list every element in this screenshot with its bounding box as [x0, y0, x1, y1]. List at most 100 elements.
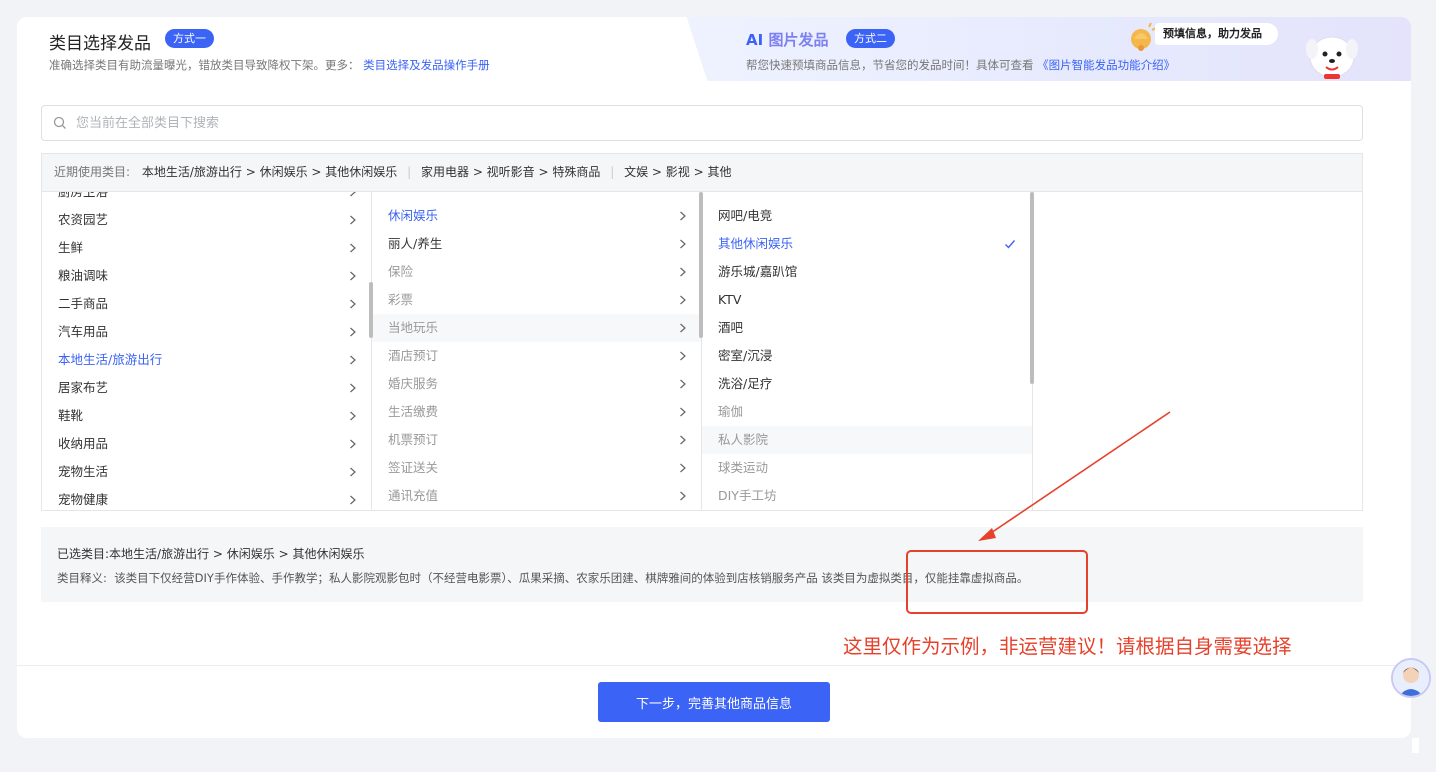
- mode-two-badge: 方式二: [846, 29, 895, 48]
- category-option[interactable]: 彩票: [372, 286, 701, 314]
- category-option[interactable]: 宠物生活: [42, 458, 371, 486]
- category-option[interactable]: 收纳用品: [42, 430, 371, 458]
- category-option-label: 休闲娱乐: [388, 208, 439, 223]
- ai-subtitle: 帮您快速预填商品信息，节省您的发品时间！具体可查看 《图片智能发品功能介绍》: [746, 57, 1175, 73]
- category-option-label: 洗浴/足疗: [718, 376, 773, 391]
- category-option[interactable]: 球类运动: [702, 454, 1032, 482]
- recent-item[interactable]: 本地生活/旅游出行 > 休闲娱乐 > 其他休闲娱乐: [142, 165, 397, 179]
- category-option[interactable]: 签证送关: [372, 454, 701, 482]
- category-option-label: 宠物健康: [58, 492, 109, 507]
- definition-label: 类目释义:: [57, 571, 107, 585]
- category-option-label: 签证送关: [388, 460, 439, 475]
- category-level-3[interactable]: 网吧/电竞其他休闲娱乐游乐城/嘉趴馆 KTV 酒吧密室/沉浸洗浴/足疗瑜伽 私人影院球…: [702, 192, 1033, 510]
- ai-title-text: 图片发品: [768, 31, 829, 49]
- category-option[interactable]: 休闲娱乐: [372, 202, 701, 230]
- search-icon: [53, 116, 66, 129]
- category-option[interactable]: 瑜伽: [702, 398, 1032, 426]
- chevron-right-icon: [350, 467, 356, 477]
- category-option-label: 汽车用品: [58, 324, 109, 339]
- level-2-scrollbar[interactable]: [699, 192, 703, 338]
- page-title: 类目选择发品: [49, 34, 151, 54]
- ai-title[interactable]: AI 图片发品: [746, 29, 828, 50]
- definition-text: 该类目下仅经营DIY手作体验、手作教学；私人影院观影包时（不经营电影票）、瓜果采…: [114, 571, 1029, 585]
- selected-label: 已选类目:: [57, 547, 110, 561]
- assistant-avatar[interactable]: [1391, 658, 1431, 698]
- category-option[interactable]: 二手商品: [42, 290, 371, 318]
- chevron-right-icon: [350, 271, 356, 281]
- category-option[interactable]: 生鲜: [42, 234, 371, 262]
- category-option[interactable]: 酒吧: [702, 314, 1032, 342]
- category-option-label: 通讯充值: [388, 488, 439, 503]
- chevron-right-icon: [680, 407, 686, 417]
- header-mode-one[interactable]: 类目选择发品 方式一 准确选择类目有助流量曝光，错放类目导致降权下架。更多： 类…: [17, 17, 717, 82]
- chevron-right-icon: [680, 211, 686, 221]
- category-option[interactable]: 粮油调味: [42, 262, 371, 290]
- bell-icon: [1131, 22, 1157, 51]
- category-option-label: 保险: [388, 264, 414, 279]
- category-manual-link[interactable]: 类目选择及发品操作手册: [363, 58, 490, 72]
- category-option[interactable]: 居家布艺: [42, 374, 371, 402]
- category-option[interactable]: 婚庆服务: [372, 370, 701, 398]
- category-option[interactable]: 农资园艺: [42, 206, 371, 234]
- dog-mascot-icon: [1306, 36, 1358, 79]
- category-option[interactable]: 厨房卫浴: [42, 192, 371, 206]
- search-input[interactable]: [76, 106, 1346, 140]
- category-option-label: 本地生活/旅游出行: [58, 352, 163, 367]
- category-option[interactable]: 宠物健康: [42, 486, 371, 510]
- category-level-1[interactable]: 厨房卫浴农资园艺生鲜粮油调味二手商品汽车用品本地生活/旅游出行居家布艺鞋靴收纳用…: [42, 192, 372, 510]
- chevron-right-icon: [680, 379, 686, 389]
- category-option-label: 网吧/电竞: [718, 208, 773, 223]
- category-option[interactable]: 当地玩乐: [372, 314, 701, 342]
- category-option[interactable]: 密室/沉浸: [702, 342, 1032, 370]
- ai-feature-link[interactable]: 《图片智能发品功能介绍》: [1037, 58, 1175, 72]
- recent-item[interactable]: 文娱 > 影视 > 其他: [624, 165, 731, 179]
- selected-category-info: 已选类目:本地生活/旅游出行 > 休闲娱乐 > 其他休闲娱乐 类目释义: 该类目…: [41, 527, 1363, 602]
- category-option[interactable]: 网吧/电竞: [702, 202, 1032, 230]
- category-option[interactable]: 洗浴/足疗: [702, 370, 1032, 398]
- category-option[interactable]: 本地生活/旅游出行: [42, 346, 371, 374]
- category-option[interactable]: 鞋靴: [42, 402, 371, 430]
- chevron-right-icon: [680, 295, 686, 305]
- footer-divider: [17, 665, 1411, 666]
- category-option-label: 鞋靴: [58, 408, 84, 423]
- chevron-right-icon: [680, 435, 686, 445]
- category-search[interactable]: [41, 105, 1363, 141]
- category-option-label: 彩票: [388, 292, 414, 307]
- category-option[interactable]: KTV: [702, 286, 1032, 314]
- category-option[interactable]: 其他休闲娱乐: [702, 230, 1032, 258]
- recent-divider: |: [407, 165, 412, 179]
- category-option[interactable]: 机票预订: [372, 426, 701, 454]
- recent-item[interactable]: 家用电器 > 视听影音 > 特殊商品: [421, 165, 600, 179]
- next-step-button[interactable]: 下一步，完善其他商品信息: [598, 682, 830, 722]
- category-option-label: 酒吧: [718, 320, 744, 335]
- chevron-right-icon: [680, 239, 686, 249]
- chevron-right-icon: [680, 267, 686, 277]
- chevron-right-icon: [680, 323, 686, 333]
- category-option[interactable]: 酒店预订: [372, 342, 701, 370]
- category-option[interactable]: 私人影院: [702, 426, 1032, 454]
- level-1-scrollbar[interactable]: [369, 282, 373, 338]
- category-option[interactable]: 游乐城/嘉趴馆: [702, 258, 1032, 286]
- recent-divider: |: [610, 165, 615, 179]
- category-option-label: 居家布艺: [58, 380, 109, 395]
- category-option-label: 其他休闲娱乐: [718, 236, 794, 251]
- category-option-label: 当地玩乐: [388, 320, 439, 335]
- category-option[interactable]: 汽车用品: [42, 318, 371, 346]
- chevron-right-icon: [680, 491, 686, 501]
- subtitle-text: 准确选择类目有助流量曝光，错放类目导致降权下架。更多：: [49, 58, 360, 72]
- category-option[interactable]: 丽人/养生: [372, 230, 701, 258]
- side-tab[interactable]: [1412, 738, 1419, 753]
- level-3-scrollbar[interactable]: [1030, 192, 1034, 384]
- category-option[interactable]: 生活缴费: [372, 398, 701, 426]
- category-option[interactable]: DIY手工坊: [702, 482, 1032, 510]
- check-icon: [1005, 240, 1016, 249]
- category-option-label: 机票预订: [388, 432, 439, 447]
- chevron-right-icon: [350, 355, 356, 365]
- ai-prefix: AI: [746, 31, 764, 49]
- category-option[interactable]: 通讯充值: [372, 482, 701, 510]
- chevron-right-icon: [350, 383, 356, 393]
- category-option[interactable]: 保险: [372, 258, 701, 286]
- category-level-2[interactable]: 休闲娱乐丽人/养生保险彩票当地玩乐酒店预订 婚庆服务 生活缴费机票预订签证送关通讯充…: [372, 192, 702, 510]
- mode-one-badge: 方式一: [165, 29, 214, 48]
- recent-categories: 近期使用类目: 本地生活/旅游出行 > 休闲娱乐 > 其他休闲娱乐 | 家用电器…: [41, 153, 1363, 191]
